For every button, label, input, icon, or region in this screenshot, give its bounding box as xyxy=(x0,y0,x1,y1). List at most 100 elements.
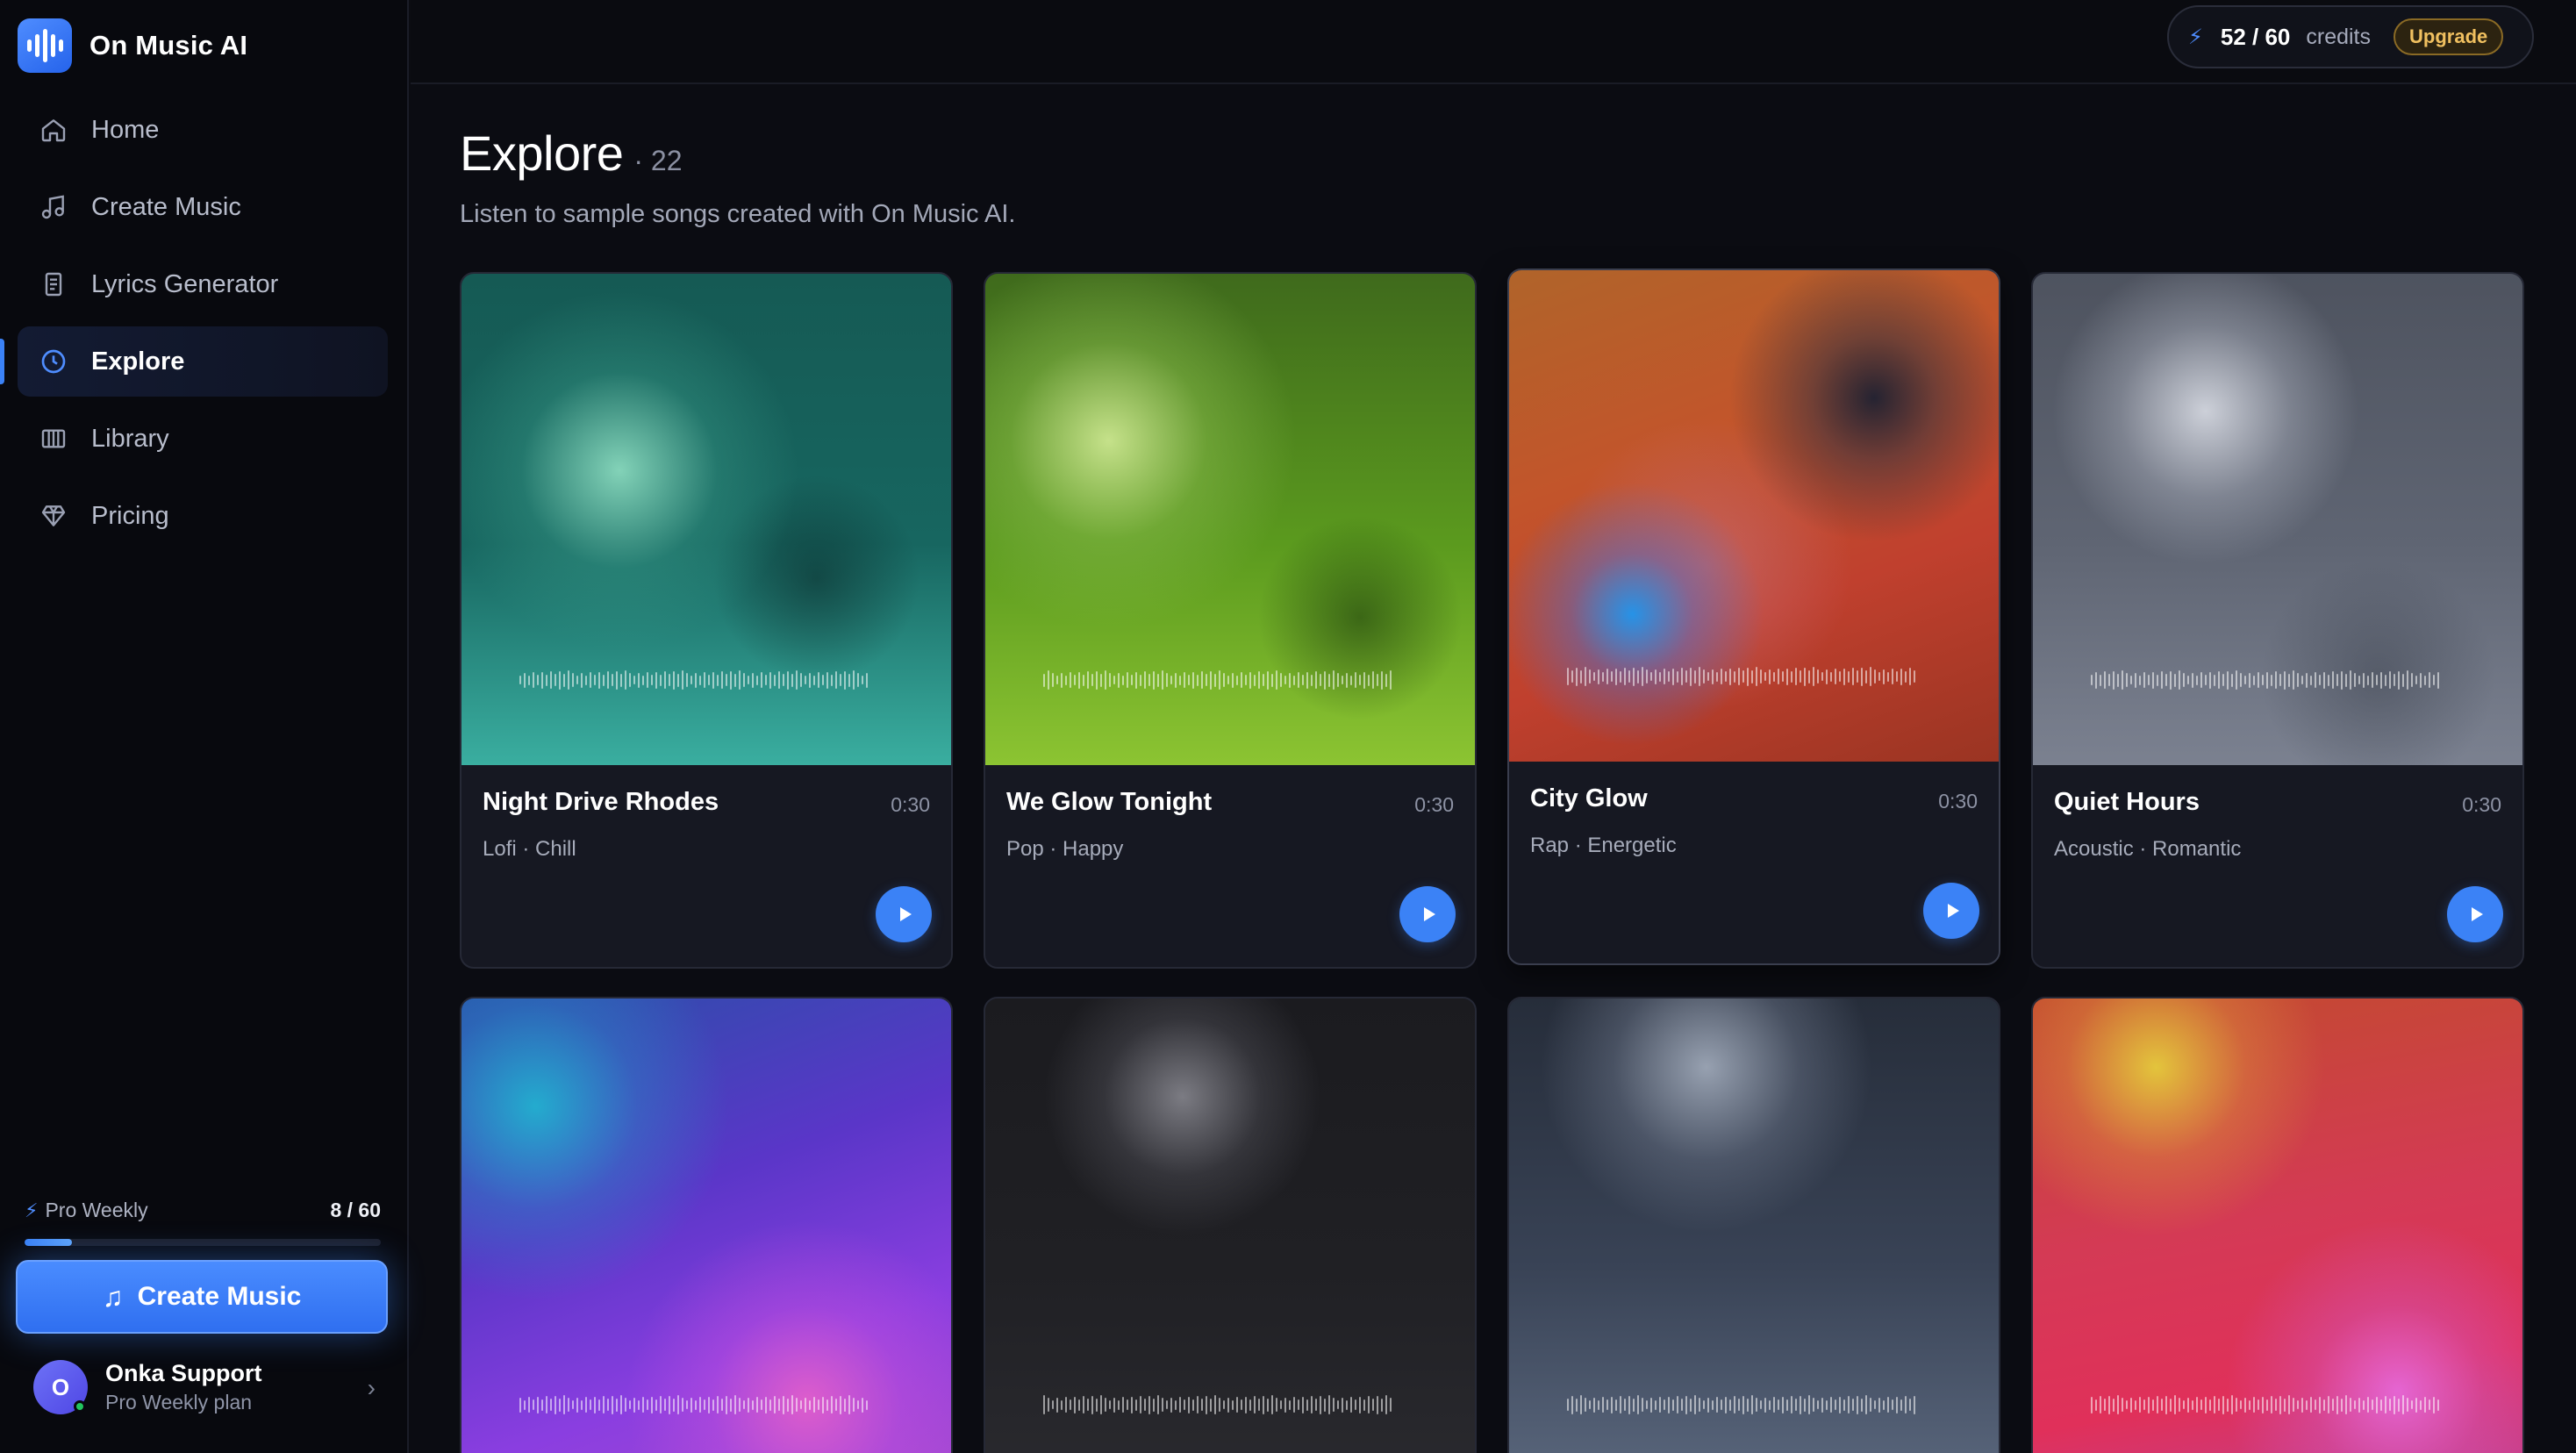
waveform-bar xyxy=(2433,675,2435,685)
waveform-bar xyxy=(1813,1398,1814,1412)
song-card[interactable]: We Glow Tonight 0:30 Pop · Happy xyxy=(984,272,1477,969)
waveform-bar xyxy=(2209,671,2211,689)
waveform-bar xyxy=(568,1398,569,1412)
sidebar-item-home[interactable]: Home xyxy=(18,95,388,165)
waveform-logo-icon xyxy=(18,18,72,73)
waveform-bar xyxy=(2095,1399,2097,1411)
waveform-bar xyxy=(1280,1400,1282,1409)
user-profile[interactable]: O Onka Support Pro Weekly plan › xyxy=(33,1358,376,1416)
waveform-bar xyxy=(1070,672,1071,688)
waveform-bar xyxy=(1677,1396,1678,1414)
brand[interactable]: On Music AI xyxy=(18,18,247,74)
song-genre: Lofi · Chill xyxy=(483,837,576,861)
waveform-bar xyxy=(1778,1399,1779,1410)
sidebar-item-create-music[interactable]: Create Music xyxy=(18,172,388,242)
song-card[interactable] xyxy=(460,997,953,1453)
waveform-bar xyxy=(1201,671,1203,689)
play-button[interactable] xyxy=(1399,886,1456,942)
waveform-bar xyxy=(2288,1395,2290,1414)
waveform-bar xyxy=(835,671,837,689)
waveform-bar xyxy=(1333,1398,1335,1412)
waveform-bar xyxy=(2187,1397,2189,1413)
waveform-bar xyxy=(559,670,561,690)
waveform-bar xyxy=(2139,1397,2141,1413)
waveform-bar xyxy=(2126,1400,2128,1409)
play-button[interactable] xyxy=(2447,886,2503,942)
waveform-bar xyxy=(1585,667,1586,686)
waveform-bar xyxy=(765,675,767,685)
waveform-bar xyxy=(1377,1395,1378,1414)
waveform-bar xyxy=(1223,673,1225,687)
waveform-bar xyxy=(2143,672,2145,688)
waveform-bar xyxy=(1368,674,1370,686)
waveform-bar xyxy=(660,1396,662,1414)
waveform-graphic xyxy=(1567,1393,1944,1416)
waveform-bar xyxy=(748,1397,749,1413)
waveform-bar xyxy=(1861,667,1863,686)
waveform-bar xyxy=(708,675,710,685)
waveform-bar xyxy=(1760,1400,1762,1409)
sidebar-item-pricing[interactable]: Pricing xyxy=(18,481,388,551)
waveform-bar xyxy=(2380,1399,2382,1411)
waveform-bar xyxy=(1900,1399,1902,1411)
waveform-bar xyxy=(629,673,631,687)
waveform-bar xyxy=(2113,670,2114,690)
waveform-bar xyxy=(1315,1399,1317,1411)
waveform-bar xyxy=(2091,675,2093,685)
waveform-bar xyxy=(616,1398,618,1412)
create-music-button[interactable]: ♫ Create Music xyxy=(16,1260,388,1334)
waveform-bar xyxy=(813,1397,815,1413)
waveform-bar xyxy=(1241,1399,1242,1410)
sidebar-item-lyrics-generator[interactable]: Lyrics Generator xyxy=(18,249,388,319)
song-card[interactable] xyxy=(2031,997,2524,1453)
waveform-bar xyxy=(1206,1395,1207,1414)
waveform-bar xyxy=(1742,670,1744,683)
waveform-bar xyxy=(1350,1397,1352,1413)
play-icon xyxy=(2471,907,2483,921)
waveform-graphic xyxy=(519,1393,897,1416)
waveform-bar xyxy=(2214,1396,2215,1414)
waveform-bar xyxy=(607,1399,609,1411)
waveform-bar xyxy=(594,675,596,685)
waveform-bar xyxy=(2117,673,2119,687)
waveform-bar xyxy=(660,674,662,686)
song-card[interactable]: Night Drive Rhodes 0:30 Lofi · Chill xyxy=(460,272,953,969)
waveform-bar xyxy=(730,670,732,690)
waveform-bar xyxy=(1166,1400,1168,1409)
music-note-icon xyxy=(37,190,70,224)
waveform-bar xyxy=(1078,1399,1080,1411)
waveform-bar xyxy=(848,673,850,687)
waveform-bar xyxy=(1140,674,1141,686)
waveform-bar xyxy=(1342,1397,1343,1413)
sidebar-item-library[interactable]: Library xyxy=(18,404,388,474)
waveform-bar xyxy=(576,676,578,684)
waveform-bar xyxy=(1390,1398,1392,1412)
play-button[interactable] xyxy=(1923,883,1979,939)
song-card[interactable]: City Glow 0:30 Rap · Energetic xyxy=(1507,268,2000,965)
waveform-bar xyxy=(2104,1399,2106,1411)
waveform-bar xyxy=(1100,673,1102,687)
waveform-bar xyxy=(1328,1395,1330,1414)
waveform-bar xyxy=(730,1398,732,1412)
waveform-bar xyxy=(2179,1398,2180,1412)
waveform-bar xyxy=(1699,1398,1700,1412)
waveform-bar xyxy=(2157,674,2158,686)
waveform-bar xyxy=(2407,670,2408,690)
upgrade-button[interactable]: Upgrade xyxy=(2394,18,2504,55)
waveform-bar xyxy=(1751,1395,1753,1414)
sidebar-item-explore[interactable]: Explore xyxy=(0,326,388,397)
song-card[interactable] xyxy=(984,997,1477,1453)
song-card[interactable] xyxy=(1507,997,2000,1453)
play-button[interactable] xyxy=(876,886,932,942)
waveform-bar xyxy=(1681,668,1683,685)
waveform-bar xyxy=(2161,671,2163,689)
waveform-bar xyxy=(682,1398,683,1412)
waveform-bar xyxy=(1672,668,1674,685)
waveform-bar xyxy=(1236,1397,1238,1413)
waveform-bar xyxy=(1333,670,1335,690)
waveform-bar xyxy=(1074,675,1076,685)
waveform-bar xyxy=(1381,670,1383,690)
waveform-bar xyxy=(2240,1400,2242,1409)
song-card[interactable]: Quiet Hours 0:30 Acoustic · Romantic xyxy=(2031,272,2524,969)
waveform-bar xyxy=(1804,1398,1806,1412)
